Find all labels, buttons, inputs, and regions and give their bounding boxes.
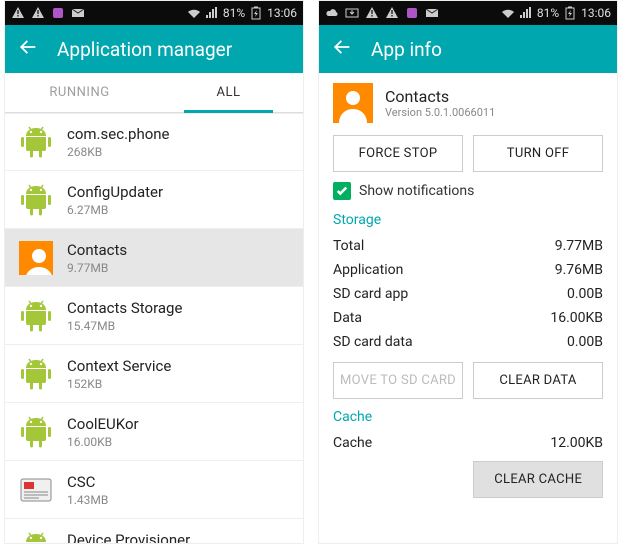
app-row[interactable]: CoolEUKor 16.00KB	[5, 403, 303, 461]
page-title: App info	[371, 38, 442, 61]
storage-row: SD card data0.00B	[333, 330, 603, 354]
storage-list: Total9.77MBApplication9.76MBSD card app0…	[333, 234, 603, 354]
caution-icon	[385, 6, 399, 20]
status-bar: 81% 13:06	[5, 1, 303, 25]
app-name-label: CoolEUKor	[67, 415, 139, 433]
app-size-label: 6.27MB	[67, 203, 163, 217]
turn-off-button[interactable]: TURN OFF	[473, 135, 603, 172]
patch-icon	[405, 6, 419, 20]
caution-icon	[365, 6, 379, 20]
mail-icon	[71, 6, 85, 20]
battery-icon	[249, 6, 263, 20]
csc-icon	[19, 473, 53, 507]
clock: 13:06	[581, 6, 611, 20]
app-info-body: Contacts Version 5.0.1.0066011 FORCE STO…	[319, 73, 617, 543]
android-icon	[19, 125, 53, 159]
app-row[interactable]: CSC 1.43MB	[5, 461, 303, 519]
app-name-label: Contacts	[67, 241, 127, 259]
android-icon	[19, 357, 53, 391]
android-icon	[19, 299, 53, 333]
app-name: Contacts	[385, 87, 495, 106]
caution-icon	[11, 6, 25, 20]
storage-row: SD card app0.00B	[333, 282, 603, 306]
caution-icon	[31, 6, 45, 20]
app-name-label: ConfigUpdater	[67, 183, 163, 201]
signal-icon	[519, 6, 533, 20]
android-icon	[19, 415, 53, 449]
app-size-label: 1.43MB	[67, 493, 108, 507]
app-version: Version 5.0.1.0066011	[385, 106, 495, 119]
tab-running[interactable]: RUNNING	[5, 73, 154, 112]
battery-icon	[563, 6, 577, 20]
app-row[interactable]: Contacts 9.77MB	[5, 229, 303, 287]
page-title: Application manager	[57, 38, 232, 61]
download-icon	[345, 6, 359, 20]
signal-icon	[205, 6, 219, 20]
app-name-label: CSC	[67, 473, 108, 491]
clear-data-button[interactable]: CLEAR DATA	[473, 362, 603, 399]
app-name-label: Context Service	[67, 357, 171, 375]
back-icon[interactable]	[17, 36, 39, 62]
cloud-icon	[325, 6, 339, 20]
android-icon	[19, 531, 53, 544]
cache-section-title: Cache	[333, 409, 603, 425]
contacts-icon	[19, 241, 53, 275]
storage-row: Total9.77MB	[333, 234, 603, 258]
tabs: RUNNING ALL	[5, 73, 303, 113]
app-size-label: 9.77MB	[67, 261, 127, 275]
storage-section-title: Storage	[333, 212, 603, 228]
app-row[interactable]: Device Provisioner752KB	[5, 519, 303, 543]
app-name-label: Contacts Storage	[67, 299, 182, 317]
app-row[interactable]: ConfigUpdater 6.27MB	[5, 171, 303, 229]
show-notifications-checkbox[interactable]: Show notifications	[333, 182, 603, 200]
clear-cache-button[interactable]: CLEAR CACHE	[473, 461, 603, 498]
storage-row: Application9.76MB	[333, 258, 603, 282]
back-icon[interactable]	[331, 36, 353, 62]
phone-left: 81% 13:06 Application manager RUNNING AL…	[4, 0, 304, 544]
move-to-sd-button: MOVE TO SD CARD	[333, 362, 463, 399]
android-icon	[19, 183, 53, 217]
battery-pct: 81%	[537, 6, 559, 20]
status-bar: 81% 13:06	[319, 1, 617, 25]
tab-all[interactable]: ALL	[154, 73, 303, 112]
force-stop-button[interactable]: FORCE STOP	[333, 135, 463, 172]
wifi-icon	[501, 6, 515, 20]
app-size-label: 16.00KB	[67, 435, 139, 449]
app-row[interactable]: Contacts Storage 15.47MB	[5, 287, 303, 345]
mail-icon	[425, 6, 439, 20]
cache-row: Cache 12.00KB	[333, 431, 603, 455]
contacts-icon	[333, 83, 373, 123]
app-size-label: 268KB	[67, 145, 170, 159]
checkbox-checked-icon	[333, 182, 351, 200]
wifi-icon	[187, 6, 201, 20]
action-bar: Application manager	[5, 25, 303, 73]
app-list[interactable]: com.sec.phone268KBConfigUpdater6.27MBCon…	[5, 113, 303, 543]
app-name-label: Device Provisioner	[67, 531, 190, 544]
battery-pct: 81%	[223, 6, 245, 20]
action-bar: App info	[319, 25, 617, 73]
app-row[interactable]: Context Service 152KB	[5, 345, 303, 403]
storage-row: Data16.00KB	[333, 306, 603, 330]
phone-right: 81% 13:06 App info Contacts Version 5.0.…	[318, 0, 618, 544]
app-row[interactable]: com.sec.phone 268KB	[5, 113, 303, 171]
patch-icon	[51, 6, 65, 20]
app-size-label: 152KB	[67, 377, 171, 391]
app-name-label: com.sec.phone	[67, 125, 170, 143]
app-size-label: 15.47MB	[67, 319, 182, 333]
show-notifications-label: Show notifications	[359, 183, 474, 199]
clock: 13:06	[267, 6, 297, 20]
